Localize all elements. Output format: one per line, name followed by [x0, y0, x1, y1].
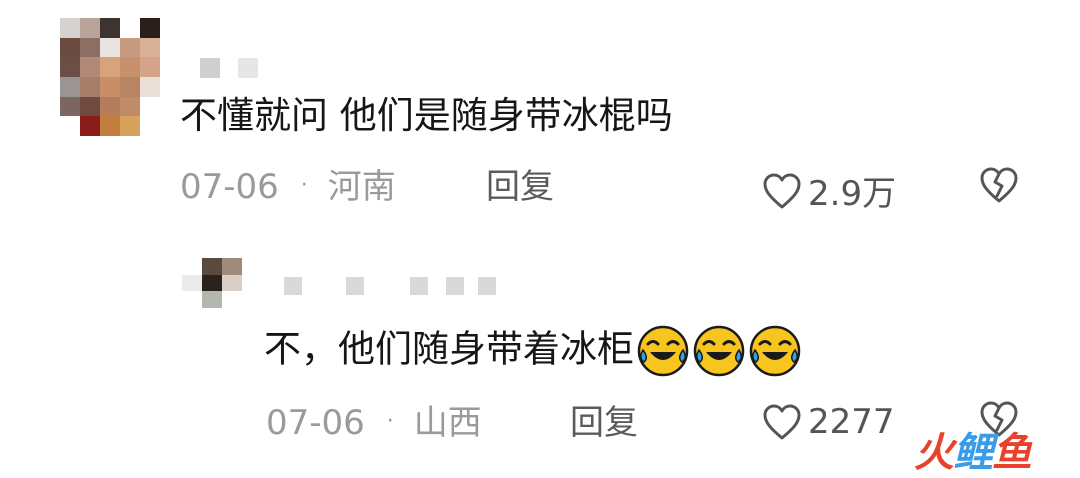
replier-name[interactable]	[284, 277, 496, 295]
commenter-name[interactable]	[200, 58, 258, 78]
watermark-char-2: 鲤	[953, 430, 993, 476]
watermark-char-3: 鱼	[992, 430, 1032, 476]
like-button[interactable]: 2.9万	[762, 166, 896, 215]
like-count: 2.9万	[808, 174, 897, 214]
reply-button[interactable]: 回复	[570, 403, 638, 443]
heart-icon	[763, 404, 801, 440]
dislike-button[interactable]	[978, 166, 1020, 204]
laughing-crying-emoji	[749, 325, 801, 377]
heart-icon	[763, 173, 801, 208]
meta-separator: ·	[386, 409, 394, 434]
replier-avatar[interactable]	[182, 258, 242, 308]
meta-separator: ·	[300, 173, 308, 198]
emoji-group	[636, 324, 802, 378]
like-count: 2277	[808, 402, 895, 442]
like-button[interactable]: 2277	[762, 402, 895, 442]
laughing-crying-emoji	[637, 325, 689, 377]
comment-meta: 07-06 · 河南	[180, 167, 396, 212]
comment-location: 河南	[327, 167, 396, 207]
reply-text: 不，他们随身带着冰柜	[264, 327, 634, 371]
reply-location: 山西	[413, 403, 482, 443]
commenter-avatar[interactable]	[60, 18, 160, 136]
reply-text-row: 不，他们随身带着冰柜	[264, 324, 802, 378]
reply-date: 07-06	[266, 403, 365, 443]
reply-button[interactable]: 回复	[486, 167, 554, 207]
comment-text: 不懂就问 他们是随身带冰棍吗	[180, 94, 673, 137]
broken-heart-icon	[980, 167, 1018, 203]
watermark-char-1: 火	[914, 430, 954, 476]
comment-date: 07-06	[180, 167, 279, 207]
watermark-logo: 火鲤鱼	[914, 420, 1032, 478]
laughing-crying-emoji	[693, 325, 745, 377]
reply-meta: 07-06 · 山西	[266, 403, 482, 448]
